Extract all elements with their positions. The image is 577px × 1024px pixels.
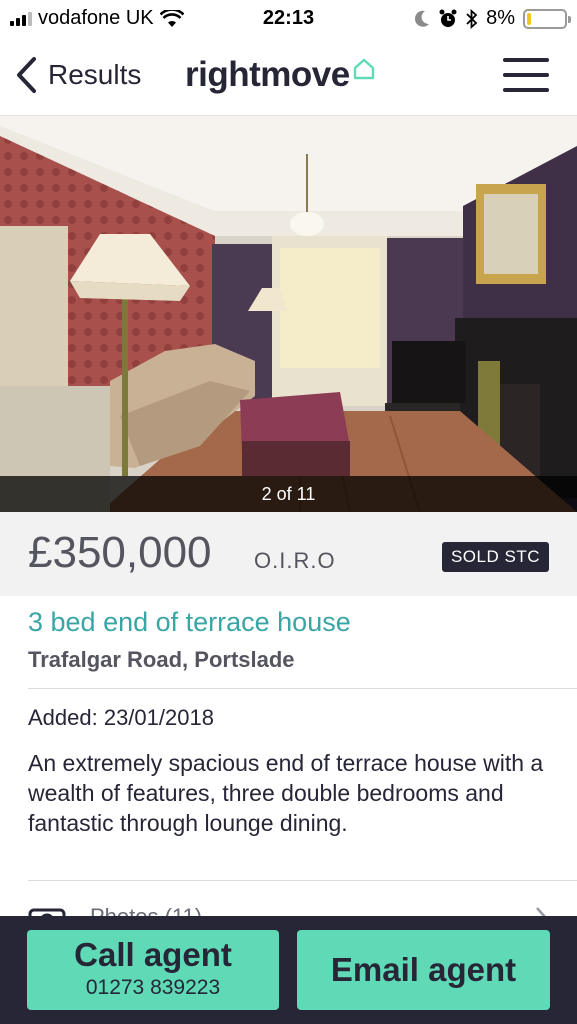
back-button[interactable]: Results — [14, 56, 141, 94]
price-band: £350,000 O.I.R.O SOLD STC — [0, 512, 577, 596]
rightmove-logo[interactable]: rightmove — [185, 55, 376, 95]
battery-percent: 8% — [486, 7, 515, 29]
added-date: Added: 23/01/2018 — [28, 705, 214, 730]
email-agent-label: Email agent — [330, 951, 517, 988]
property-photo[interactable]: 2 of 11 — [0, 116, 577, 512]
moon-icon — [415, 10, 430, 27]
call-agent-button[interactable]: Call agent 01273 839223 — [27, 930, 279, 1010]
bluetooth-icon — [466, 8, 478, 29]
hamburger-menu-icon[interactable] — [503, 58, 549, 92]
agent-phone-number: 01273 839223 — [85, 976, 221, 999]
divider — [28, 688, 577, 689]
status-bar: vodafone UK 22:13 8% — [0, 0, 577, 38]
property-title: 3 bed end of terrace house — [28, 607, 351, 637]
back-label: Results — [48, 59, 142, 90]
battery-icon — [523, 8, 571, 29]
divider — [28, 880, 577, 881]
price: £350,000 — [28, 528, 212, 577]
living-room-image — [0, 116, 577, 512]
battery-fill — [527, 12, 532, 25]
house-icon — [353, 58, 374, 80]
email-agent-button[interactable]: Email agent — [297, 930, 550, 1010]
status-right: 8% — [414, 7, 571, 30]
status-badge: SOLD STC — [441, 542, 549, 572]
alarm-icon — [439, 9, 457, 27]
photo-counter: 2 of 11 — [0, 476, 577, 512]
property-address: Trafalgar Road, Portslade — [28, 647, 295, 672]
property-summary: An extremely spacious end of terrace hou… — [28, 750, 544, 836]
action-bar: Call agent 01273 839223 Email agent — [0, 916, 577, 1024]
chevron-left-icon — [17, 57, 36, 93]
call-agent-label: Call agent — [74, 936, 232, 973]
price-qualifier: O.I.R.O — [254, 548, 336, 573]
logo-text: rightmove — [185, 55, 350, 94]
nav-header: Results rightmove — [0, 38, 577, 116]
